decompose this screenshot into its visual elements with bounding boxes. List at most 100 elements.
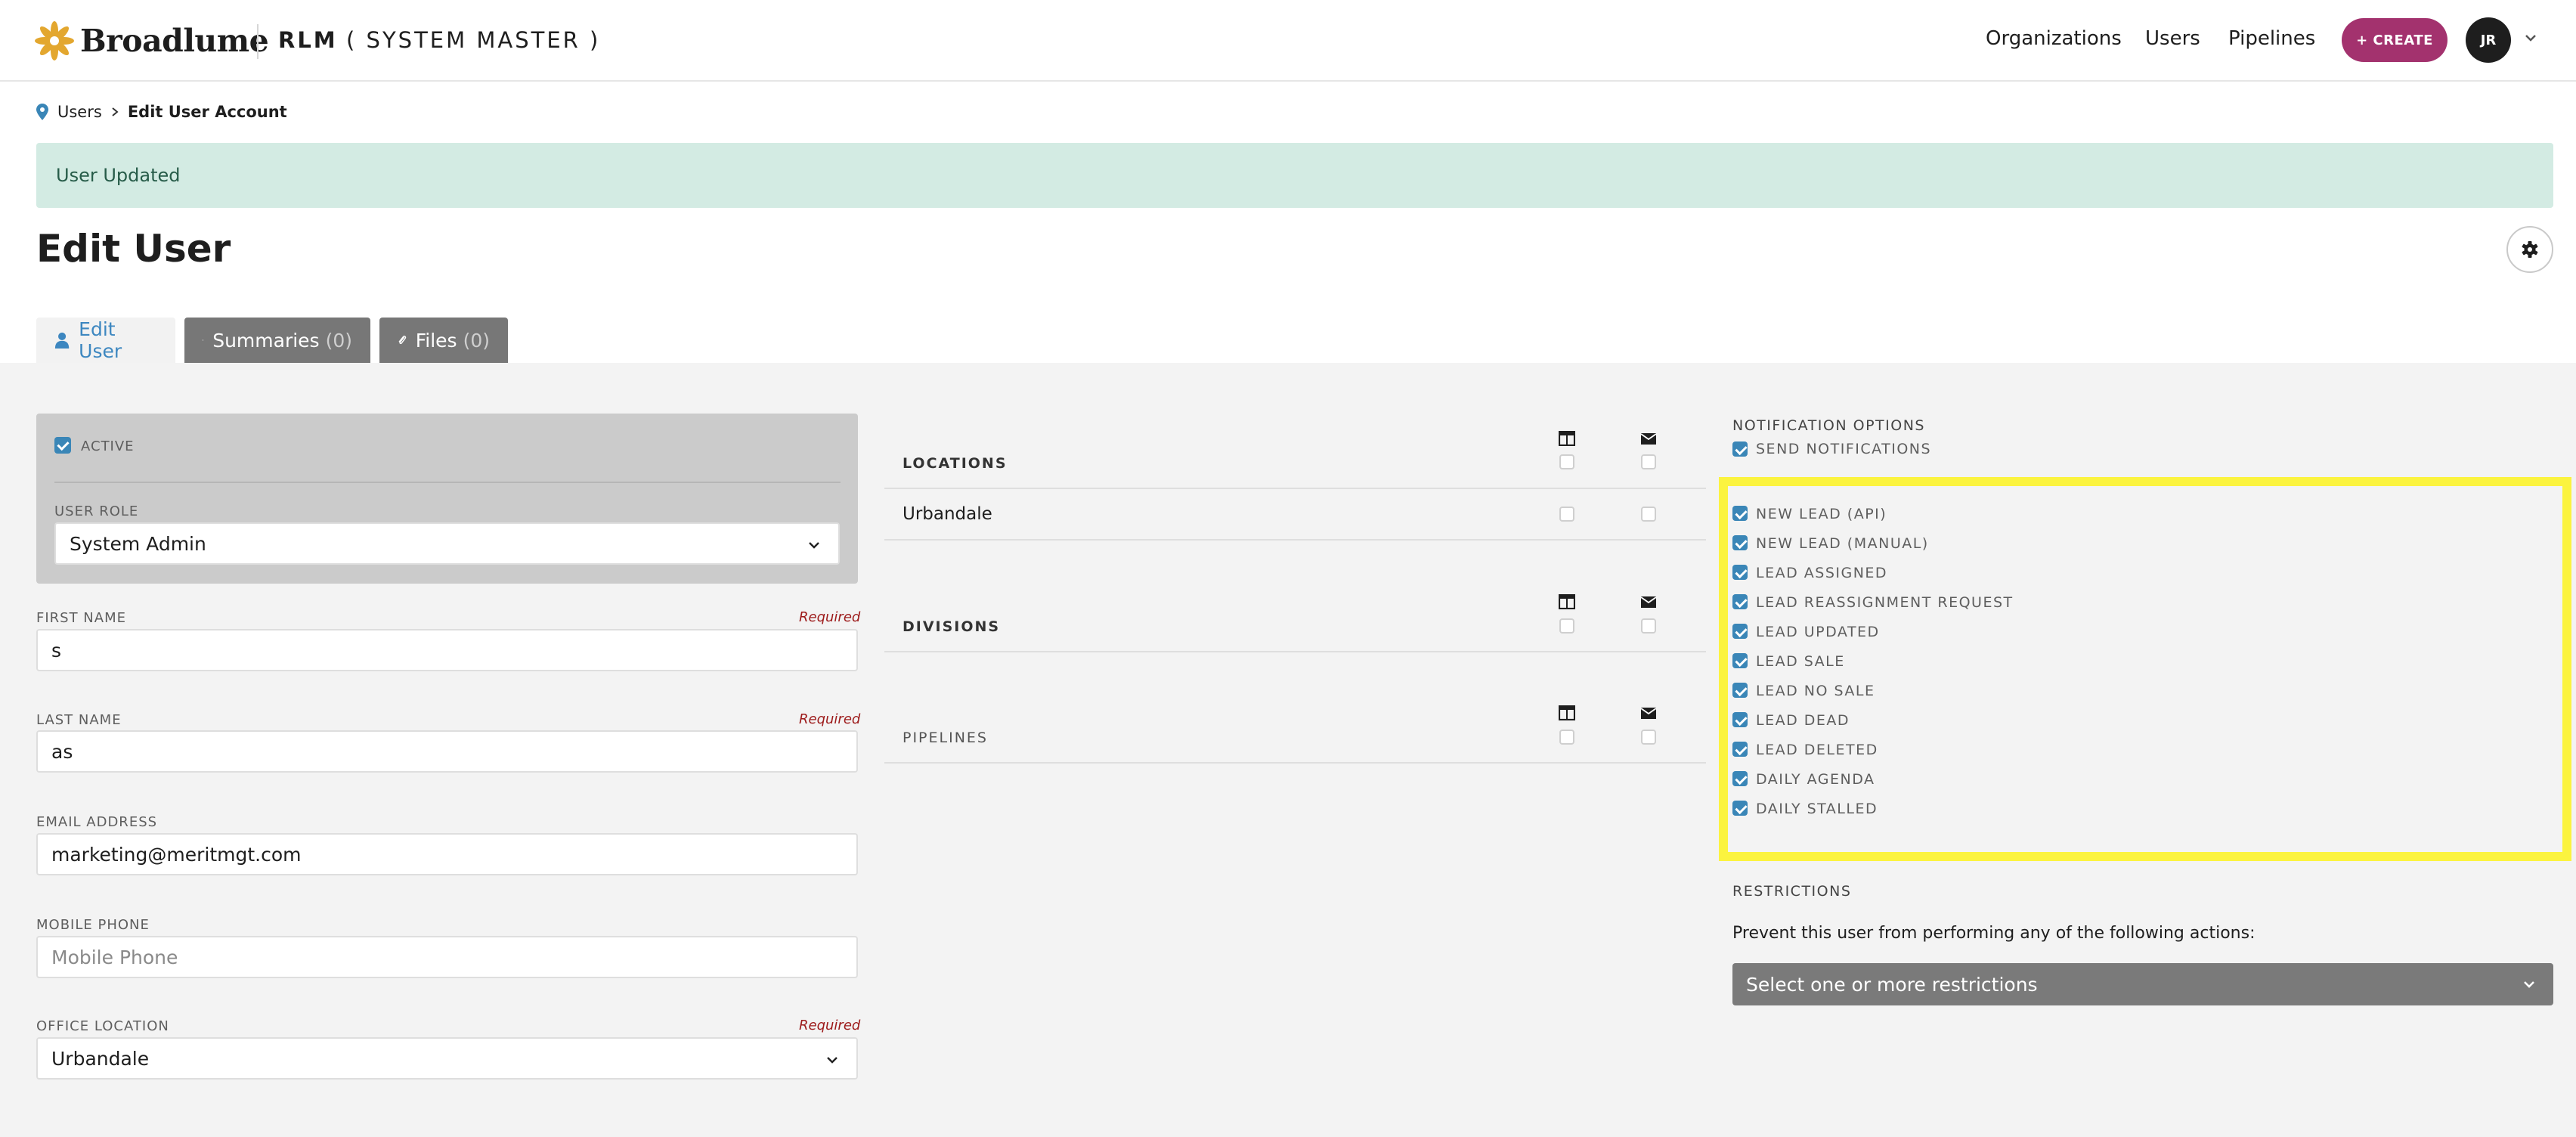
envelope-icon: [1640, 596, 1657, 608]
notification-options-title: NOTIFICATION OPTIONS: [1732, 417, 1925, 434]
notif-lead-deleted-checkbox[interactable]: [1732, 742, 1748, 757]
mobile-phone-label: MOBILE PHONE: [36, 917, 150, 933]
sunburst-logo-icon: [35, 21, 74, 60]
notif-daily-agenda-checkbox[interactable]: [1732, 771, 1748, 786]
last-name-field[interactable]: as: [36, 730, 858, 773]
locations-email-all-checkbox[interactable]: [1641, 454, 1656, 469]
notif-daily-stalled-checkbox[interactable]: [1732, 801, 1748, 816]
user-role-value: System Admin: [70, 532, 206, 555]
notif-lead-updated-label: LEAD UPDATED: [1756, 624, 1880, 640]
header-divider: [257, 24, 259, 59]
chevron-down-icon: [809, 542, 819, 549]
divisions-dashboard-all-checkbox[interactable]: [1559, 618, 1574, 634]
paperclip-icon: [398, 336, 407, 345]
tab-summaries[interactable]: Summaries (0): [184, 318, 370, 363]
location-urbandale-email-checkbox[interactable]: [1641, 507, 1656, 522]
restrictions-select[interactable]: Select one or more restrictions: [1732, 963, 2553, 1005]
tab-summaries-label: Summaries: [212, 329, 320, 352]
email-field[interactable]: marketing@meritmgt.com: [36, 833, 858, 875]
restrictions-title: RESTRICTIONS: [1732, 883, 1852, 900]
user-icon: [54, 332, 70, 349]
notif-lead-sale-checkbox[interactable]: [1732, 653, 1748, 668]
user-avatar[interactable]: JR: [2466, 17, 2511, 63]
tab-summaries-count: (0): [325, 329, 352, 352]
location-row-urbandale: Urbandale: [903, 504, 992, 524]
user-role-label: USER ROLE: [54, 503, 139, 519]
user-role-select[interactable]: System Admin: [54, 522, 840, 565]
last-name-required: Required: [799, 711, 861, 727]
nav-pipelines[interactable]: Pipelines: [2228, 27, 2315, 50]
restrictions-placeholder: Select one or more restrictions: [1746, 973, 2038, 996]
last-name-label: LAST NAME: [36, 712, 122, 728]
brand-logo[interactable]: Broadlume: [35, 21, 269, 60]
envelope-icon: [1640, 708, 1657, 719]
divider: [884, 762, 1706, 764]
brand-name: Broadlume: [80, 23, 269, 59]
email-label: EMAIL ADDRESS: [36, 814, 158, 830]
chevron-down-icon[interactable]: [2523, 30, 2538, 45]
notif-daily-stalled-label: DAILY STALLED: [1756, 801, 1878, 817]
divider: [884, 539, 1706, 541]
first-name-label: FIRST NAME: [36, 610, 126, 626]
notif-new-lead-api-checkbox[interactable]: [1732, 506, 1748, 521]
nav-users[interactable]: Users: [2145, 27, 2200, 50]
settings-button[interactable]: [2506, 226, 2553, 273]
active-checkbox[interactable]: [54, 437, 71, 454]
notif-lead-dead-checkbox[interactable]: [1732, 712, 1748, 727]
chevron-right-icon: [112, 107, 119, 116]
office-location-select[interactable]: Urbandale: [36, 1037, 858, 1080]
notif-lead-sale-label: LEAD SALE: [1756, 653, 1845, 670]
send-notifications-checkbox[interactable]: [1732, 441, 1748, 457]
notif-new-lead-manual-label: NEW LEAD (MANUAL): [1756, 535, 1929, 552]
nav-organizations[interactable]: Organizations: [1986, 27, 2122, 50]
active-row: [54, 435, 841, 483]
mobile-phone-field[interactable]: Mobile Phone: [36, 936, 858, 978]
first-name-required: Required: [799, 609, 861, 625]
locations-heading: LOCATIONS: [903, 455, 1008, 472]
envelope-icon: [1640, 433, 1657, 445]
create-button[interactable]: + CREATE: [2342, 18, 2448, 62]
map-pin-icon: [36, 104, 48, 120]
location-urbandale-dashboard-checkbox[interactable]: [1559, 507, 1574, 522]
divider: [884, 488, 1706, 489]
divisions-email-all-checkbox[interactable]: [1641, 618, 1656, 634]
notif-lead-reassignment-label: LEAD REASSIGNMENT REQUEST: [1756, 594, 2014, 611]
locations-dashboard-all-checkbox[interactable]: [1559, 454, 1574, 469]
chevron-down-icon: [2524, 981, 2534, 988]
send-notifications-label: SEND NOTIFICATIONS: [1756, 441, 1932, 457]
notif-lead-assigned-checkbox[interactable]: [1732, 565, 1748, 580]
pipelines-email-all-checkbox[interactable]: [1641, 730, 1656, 745]
office-location-label: OFFICE LOCATION: [36, 1018, 169, 1034]
table-icon: [1559, 705, 1575, 720]
breadcrumb: Users Edit User Account: [36, 101, 287, 122]
notif-lead-no-sale-label: LEAD NO SALE: [1756, 683, 1875, 699]
notif-lead-reassignment-checkbox[interactable]: [1732, 594, 1748, 609]
notif-lead-no-sale-checkbox[interactable]: [1732, 683, 1748, 698]
first-name-field[interactable]: s: [36, 629, 858, 671]
restrictions-help: Prevent this user from performing any of…: [1732, 924, 2256, 943]
tab-edit-user[interactable]: Edit User: [36, 318, 175, 363]
tab-files-count: (0): [463, 329, 490, 352]
tab-files[interactable]: Files (0): [379, 318, 508, 363]
notif-lead-assigned-label: LEAD ASSIGNED: [1756, 565, 1888, 581]
notif-new-lead-manual-checkbox[interactable]: [1732, 535, 1748, 550]
office-location-required: Required: [799, 1018, 861, 1033]
pipelines-dashboard-all-checkbox[interactable]: [1559, 730, 1574, 745]
notif-lead-dead-label: LEAD DEAD: [1756, 712, 1850, 729]
divisions-heading: DIVISIONS: [903, 618, 1001, 635]
app-subtitle: ( SYSTEM MASTER ): [346, 27, 601, 53]
app-name: RLM: [278, 27, 338, 53]
pipelines-heading: PIPELINES: [903, 730, 988, 746]
office-location-value: Urbandale: [51, 1047, 150, 1070]
notif-lead-deleted-label: LEAD DELETED: [1756, 742, 1878, 758]
active-label: ACTIVE: [81, 438, 135, 454]
notif-lead-updated-checkbox[interactable]: [1732, 624, 1748, 639]
breadcrumb-current: Edit User Account: [127, 103, 287, 121]
success-alert: User Updated: [36, 143, 2553, 208]
breadcrumb-users-link[interactable]: Users: [57, 103, 102, 121]
page-title: Edit User: [36, 227, 231, 271]
notif-new-lead-api-label: NEW LEAD (API): [1756, 506, 1887, 522]
table-icon: [1559, 431, 1575, 446]
tab-files-label: Files: [415, 329, 457, 352]
table-icon: [1559, 594, 1575, 609]
